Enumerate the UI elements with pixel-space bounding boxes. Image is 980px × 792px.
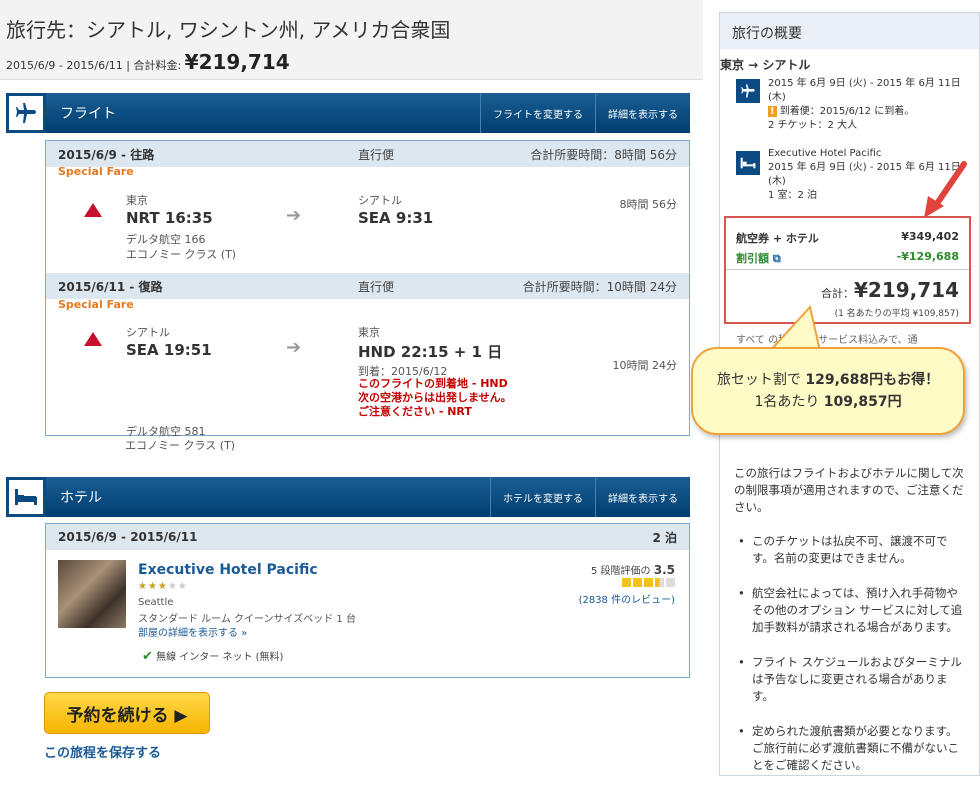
airplane-icon: [736, 79, 760, 103]
change-hotel-button[interactable]: ホテルを変更する: [490, 477, 595, 517]
room-details-link[interactable]: 部屋の詳細を表示する »: [138, 624, 247, 639]
flight-details-button[interactable]: 詳細を表示する: [595, 93, 690, 133]
trip-dates-total: 2015/6/9 - 2015/6/11 | 合計料金: ¥219,714: [6, 50, 290, 74]
restriction-intro: この旅行はフライトおよびホテルに関して次の制限事項が適用されますので、ご注意くだ…: [734, 466, 964, 514]
flight-section-bar: フライト フライトを変更する 詳細を表示する: [6, 93, 690, 133]
flight-section-title: フライト: [60, 106, 116, 122]
cabin-class: エコノミー クラス (T): [126, 248, 237, 261]
summary-flight: 2015 年 6月 9日 (火) - 2015 年 6月 11日 (木) ! 到…: [768, 78, 961, 131]
leg-total-time: 合計所要時間：8時間 56分: [530, 147, 677, 162]
departure-time: NRT 16:35: [126, 209, 213, 227]
continue-booking-button[interactable]: 予約を続ける ▶: [44, 692, 210, 734]
hotel-section-title: ホテル: [60, 490, 102, 506]
package-label: 航空券 + ホテル: [736, 232, 819, 245]
restriction-list: • このチケットは払戻不可、譲渡不可です。名前の変更はできません。 • 航空会社によ…: [738, 533, 966, 792]
list-item: • フライト スケジュールおよびターミナルは予告なしに変更される場合があります。: [738, 655, 962, 703]
hotel-room: スタンダード ルーム クイーンサイズベッド 1 台: [138, 614, 356, 625]
leg-type: 直行便: [358, 279, 395, 294]
rating-squares: [622, 578, 675, 587]
list-item: • このチケットは払戻不可、譲渡不可です。名前の変更はできません。: [738, 534, 948, 565]
arrow-right-icon: ➔: [286, 205, 302, 226]
hotel-nights: 2 泊: [652, 530, 677, 545]
leg-total-time: 合計所要時間：10時間 24分: [522, 279, 677, 294]
delta-logo-icon: [84, 203, 102, 217]
arrival-time: HND 22:15 + 1 日: [358, 343, 503, 361]
list-item: • 定められた渡航書類が必要となります。ご旅行前に必ず渡航書類に不備がないことをご…: [738, 724, 959, 772]
departure-time: SEA 19:51: [126, 341, 212, 359]
hotel-photo[interactable]: [58, 560, 126, 628]
chevron-down-icon: »: [241, 628, 248, 639]
per-person-price: (1 名あたりの平均 ¥109,857): [834, 309, 959, 319]
arrival-city: 東京: [358, 326, 380, 339]
hotel-details-button[interactable]: 詳細を表示する: [595, 477, 690, 517]
leg-date: 2015/6/9 - 往路: [58, 147, 155, 162]
package-price: ¥349,402: [901, 230, 959, 243]
total-price: 合計：¥219,714: [820, 278, 959, 302]
arrival-time: SEA 9:31: [358, 209, 434, 227]
special-fare-label: Special Fare: [58, 298, 134, 311]
cabin-class: エコノミー クラス (T): [125, 439, 236, 452]
hotel-dates: 2015/6/9 - 2015/6/11: [58, 530, 198, 544]
discount-label[interactable]: 割引額 ⧉: [736, 250, 781, 266]
airplane-icon: [6, 93, 46, 133]
flight-panel: 2015/6/9 - 往路 直行便 合計所要時間：8時間 56分 Special…: [45, 140, 690, 438]
arrival-city: シアトル: [358, 194, 402, 207]
leg-date: 2015/6/11 - 復路: [58, 279, 163, 294]
departure-city: 東京: [126, 194, 148, 207]
flight-duration: 10時間 24分: [612, 359, 678, 372]
bed-icon: [736, 151, 760, 175]
hotel-stars: ★★★★★: [138, 581, 188, 592]
arrow-right-icon: ➔: [286, 337, 302, 358]
change-flight-button[interactable]: フライトを変更する: [480, 93, 595, 133]
reviews-link[interactable]: (2838 件のレビュー): [579, 591, 675, 606]
annotation-arrow: [924, 161, 967, 218]
leg-type: 直行便: [358, 147, 395, 162]
trip-dates: 2015/6/9 - 2015/6/11 | 合計料金:: [6, 59, 185, 72]
check-icon: ✔: [142, 649, 153, 664]
hotel-header: 2015/6/9 - 2015/6/11 2 泊: [46, 524, 689, 550]
departure-city: シアトル: [126, 326, 170, 339]
page-title: 旅行先：シアトル, ワシントン州, アメリカ合衆国: [6, 18, 451, 42]
hotel-rating: 5 段階評価の 3.5: [591, 563, 675, 577]
save-itinerary-link[interactable]: この旅程を保存する: [44, 742, 161, 761]
savings-callout: 旅セット割で 129,688円もお得！ 1名あたり 109,857円: [691, 347, 965, 435]
delta-logo-icon: [84, 332, 102, 346]
hotel-panel: 2015/6/9 - 2015/6/11 2 泊 Executive Hotel…: [45, 523, 690, 678]
summary-route: 東京 → シアトル: [720, 58, 811, 72]
hotel-city: Seattle: [138, 597, 174, 608]
list-item: • 航空会社によっては、預け入れ手荷物やその他のオプション サービスに対して追加手…: [738, 586, 963, 634]
warning-icon: !: [768, 106, 777, 117]
return-leg-header: 2015/6/11 - 復路 直行便 合計所要時間：10時間 24分: [46, 273, 689, 299]
hotel-section-bar: ホテル ホテルを変更する 詳細を表示する: [6, 477, 690, 517]
callout-pointer: [767, 305, 822, 352]
special-fare-label: Special Fare: [58, 165, 134, 178]
price-divider: [726, 269, 969, 270]
flight-duration: 8時間 56分: [619, 198, 678, 211]
summary-title: 旅行の概要: [720, 13, 979, 49]
outbound-leg-header: 2015/6/9 - 往路 直行便 合計所要時間：8時間 56分: [46, 141, 689, 167]
hotel-name-link[interactable]: Executive Hotel Pacific: [138, 562, 318, 578]
discount-price: -¥129,688: [896, 250, 959, 263]
popup-icon: ⧉: [772, 252, 781, 265]
airport-change-warning: このフライトの到着地 - HND 次の空港からは出発しません。ご注意ください -…: [358, 377, 512, 418]
trip-total: ¥219,714: [184, 50, 290, 74]
wifi-amenity: ✔ 無線 インター ネット (無料): [142, 649, 284, 664]
airline-flight: デルタ航空 166: [126, 233, 206, 246]
bed-icon: [6, 477, 46, 517]
